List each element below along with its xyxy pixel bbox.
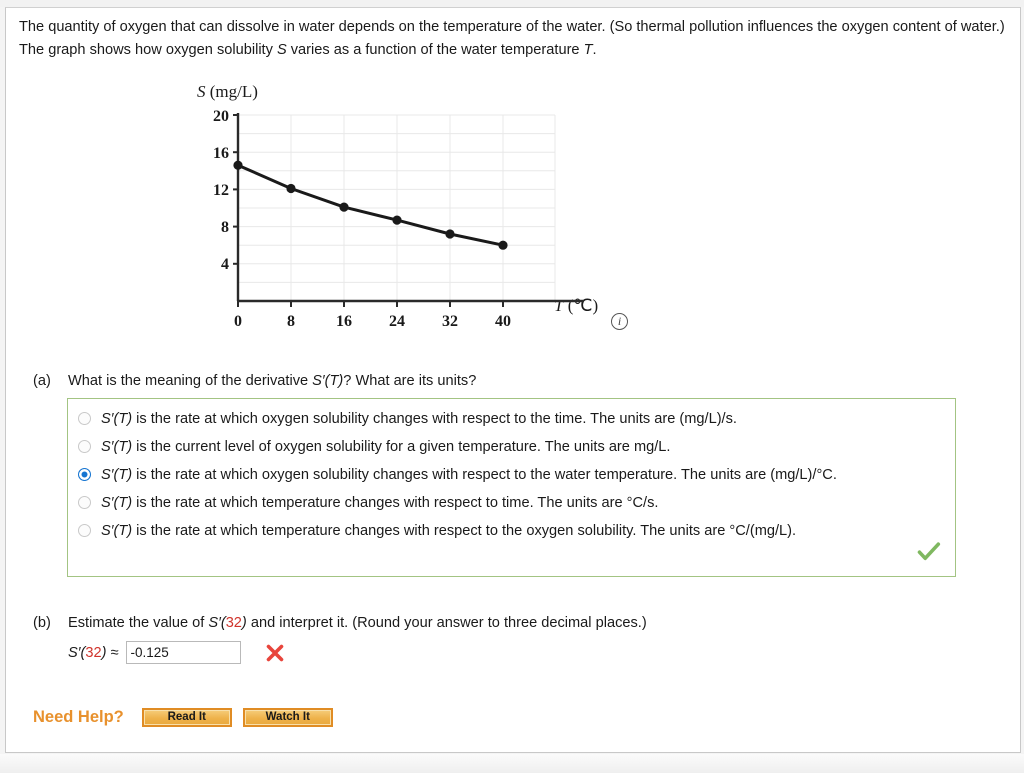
data-point-8 xyxy=(286,183,296,194)
statement-var-s: S xyxy=(276,42,287,58)
part-a-question-pre: What is the meaning of the derivative xyxy=(68,373,313,389)
statement-line-2-b: varies as a function of the water temper… xyxy=(286,42,584,58)
bottom-strip xyxy=(0,754,1024,773)
choice-var-2: S′(T) xyxy=(101,438,133,455)
choice-label-1: S′(T) is the rate at which oxygen solubi… xyxy=(101,411,737,427)
part-a-question: What is the meaning of the derivative S′… xyxy=(68,373,476,389)
part-b-label: (b) xyxy=(33,615,51,631)
y-tick-16: 16 xyxy=(213,145,229,162)
data-curve xyxy=(236,163,505,247)
answer-lead-num: 32 xyxy=(85,644,102,661)
radio-button-2[interactable] xyxy=(78,440,91,453)
choice-option-4[interactable]: S′(T) is the rate at which temperature c… xyxy=(78,489,658,516)
y-tick-8: 8 xyxy=(221,219,229,236)
radio-button-1[interactable] xyxy=(78,412,91,425)
part-a-choices: S′(T) is the rate at which oxygen solubi… xyxy=(67,398,956,577)
choice-text-3: is the rate at which oxygen solubility c… xyxy=(132,466,837,483)
choice-label-5: S′(T) is the rate at which temperature c… xyxy=(101,523,796,539)
read-it-button[interactable]: Read It xyxy=(141,708,232,727)
data-point-0 xyxy=(233,160,243,170)
choice-option-5[interactable]: S′(T) is the rate at which temperature c… xyxy=(78,517,796,544)
watch-it-label: Watch It xyxy=(244,710,331,725)
data-point-40 xyxy=(498,240,508,250)
x-mark-icon xyxy=(266,644,283,661)
page-root: The quantity of oxygen that can dissolve… xyxy=(0,0,1024,773)
question-panel: The quantity of oxygen that can dissolve… xyxy=(5,7,1021,753)
y-tick-4: 4 xyxy=(221,256,229,273)
choice-label-3: S′(T) is the rate at which oxygen solubi… xyxy=(101,467,837,483)
choice-var-1: S′(T) xyxy=(101,410,133,427)
choice-var-4: S′(T) xyxy=(101,494,133,511)
part-b-answer-row: S′(32) ≈ xyxy=(68,641,285,664)
x-tick-8: 8 xyxy=(287,313,295,330)
watch-it-button[interactable]: Watch It xyxy=(242,708,333,727)
choice-text-5: is the rate at which temperature changes… xyxy=(132,522,797,539)
choice-var-3: S′(T) xyxy=(101,466,133,483)
part-b-question: Estimate the value of S′(32) and interpr… xyxy=(68,615,647,631)
x-tick-labels: 0 8 16 24 32 40 xyxy=(234,313,511,330)
data-point-16 xyxy=(339,202,349,212)
part-b-question-var: S′( xyxy=(208,615,226,631)
choice-label-4: S′(T) is the rate at which temperature c… xyxy=(101,495,658,511)
read-it-label: Read It xyxy=(143,710,230,725)
y-tick-20: 20 xyxy=(213,108,229,125)
radio-button-5[interactable] xyxy=(78,524,91,537)
part-a-question-post: ? What are its units? xyxy=(343,373,477,389)
need-help-label: Need Help? xyxy=(33,708,124,726)
part-b-question-post: and interpret it. (Round your answer to … xyxy=(246,615,647,631)
x-tick-24: 24 xyxy=(389,313,405,330)
problem-statement: The quantity of oxygen that can dissolve… xyxy=(19,16,1014,62)
choice-option-1[interactable]: S′(T) is the rate at which oxygen solubi… xyxy=(78,405,737,432)
info-icon[interactable]: i xyxy=(611,313,628,330)
x-tick-16: 16 xyxy=(336,313,352,330)
choice-label-2: S′(T) is the current level of oxygen sol… xyxy=(101,439,670,455)
part-b-question-num: 32 xyxy=(225,615,242,631)
answer-lead-post: ) ≈ xyxy=(101,644,119,661)
part-a-question-var: S′(T) xyxy=(312,373,344,389)
x-tick-32: 32 xyxy=(442,313,458,330)
radio-button-4[interactable] xyxy=(78,496,91,509)
x-tick-40: 40 xyxy=(495,313,511,330)
y-tick-labels: 20 16 12 8 4 xyxy=(213,108,229,273)
statement-line-2-c: . xyxy=(592,42,597,58)
check-mark-icon xyxy=(917,542,941,561)
choice-option-3[interactable]: S′(T) is the rate at which oxygen solubi… xyxy=(78,461,837,488)
choice-text-1: is the rate at which oxygen solubility c… xyxy=(132,410,737,427)
need-help-section: Need Help? Read It Watch It xyxy=(33,708,344,727)
data-point-24 xyxy=(392,215,402,225)
choice-text-2: is the current level of oxygen solubilit… xyxy=(132,438,671,455)
statement-var-t: T xyxy=(583,42,593,58)
choice-text-4: is the rate at which temperature changes… xyxy=(132,494,659,511)
data-point-32 xyxy=(445,229,455,239)
part-a-label: (a) xyxy=(33,373,51,389)
choice-var-5: S′(T) xyxy=(101,522,133,539)
solubility-graph: S (mg/L) T (℃) 20 16 12 8 4 0 8 16 24 32… xyxy=(192,82,632,344)
radio-button-3[interactable] xyxy=(78,468,91,481)
top-strip xyxy=(0,0,1024,7)
choice-option-2[interactable]: S′(T) is the current level of oxygen sol… xyxy=(78,433,670,460)
answer-lead: S′(32) ≈ xyxy=(68,645,119,661)
part-b-question-pre: Estimate the value of xyxy=(68,615,209,631)
y-tick-12: 12 xyxy=(213,182,229,199)
answer-lead-var: S′( xyxy=(68,644,86,661)
answer-input[interactable] xyxy=(125,641,241,664)
statement-line-1: The quantity of oxygen that can dissolve… xyxy=(19,19,889,35)
plot-area: 20 16 12 8 4 0 8 16 24 32 40 xyxy=(213,108,584,330)
x-tick-0: 0 xyxy=(234,313,242,330)
